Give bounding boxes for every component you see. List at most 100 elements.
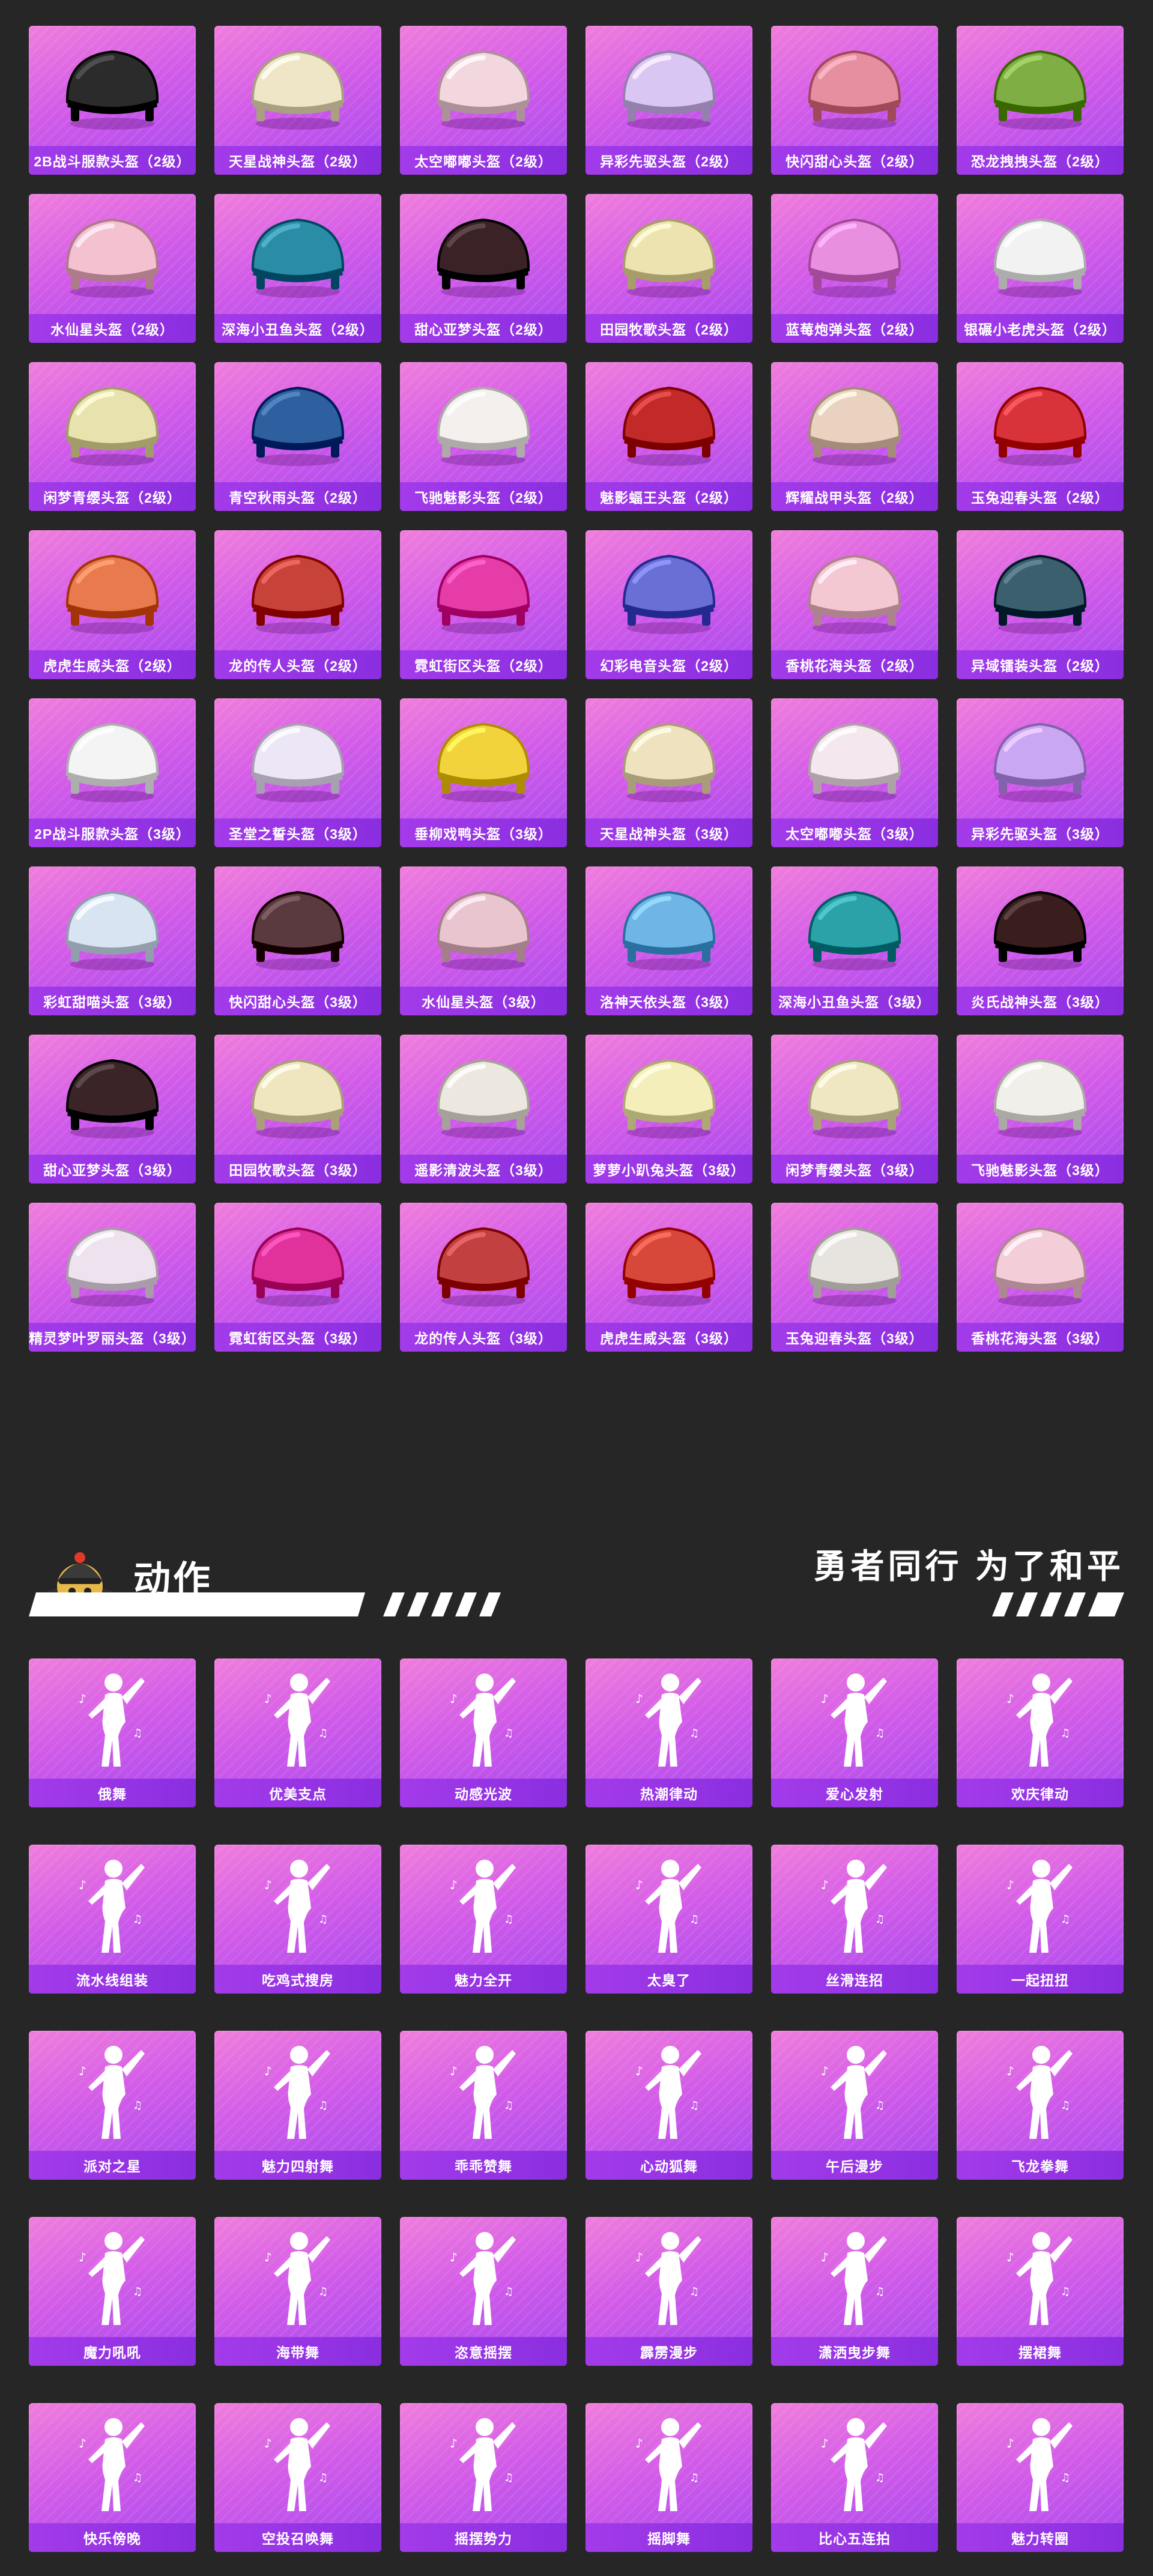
helmet-card[interactable]: 太空嘟嘟头盔（3级） [771,698,938,847]
emote-card[interactable]: ♪ ♫ 摇摆势力 [400,2403,567,2552]
helmet-card[interactable]: 深海小丑鱼头盔（2级） [214,194,381,343]
helmet-card[interactable]: 闲梦青缨头盔（3级） [771,1035,938,1184]
emote-card[interactable]: ♪ ♫ 魅力转圈 [957,2403,1124,2552]
helmet-card[interactable]: 香桃花海头盔（3级） [957,1203,1124,1352]
emote-card[interactable]: ♪ ♫ 魅力全开 [400,1845,567,1994]
svg-text:♫: ♫ [504,1727,513,1740]
helmet-card[interactable]: 深海小丑鱼头盔（3级） [771,866,938,1015]
helmet-card[interactable]: 彩虹甜喵头盔（3级） [29,866,196,1015]
svg-text:♪: ♪ [264,2250,272,2264]
emote-card[interactable]: ♪ ♫ 恣意摇摆 [400,2217,567,2366]
emote-card[interactable]: ♪ ♫ 比心五连拍 [771,2403,938,2552]
emote-card[interactable]: ♪ ♫ 空投召唤舞 [214,2403,381,2552]
emote-card[interactable]: ♪ ♫ 丝滑连招 [771,1845,938,1994]
helmet-card[interactable]: 飞驰魅影头盔（3级） [957,1035,1124,1184]
emote-card[interactable]: ♪ ♫ 吃鸡式搜房 [214,1845,381,1994]
emote-card[interactable]: ♪ ♫ 快乐傍晚 [29,2403,196,2552]
emote-card[interactable]: ♪ ♫ 俄舞 [29,1658,196,1807]
helmet-card[interactable]: 辉耀战甲头盔（2级） [771,362,938,511]
helmet-icon [400,530,567,650]
helmet-card[interactable]: 快闪甜心头盔（2级） [771,26,938,175]
helmet-card[interactable]: 甜心亚梦头盔（3级） [29,1035,196,1184]
emote-card[interactable]: ♪ ♫ 乖乖赞舞 [400,2031,567,2180]
card-label-bar: 摆裙舞 [957,2337,1124,2366]
helmet-card[interactable]: 幻彩电音头盔（2级） [586,530,752,679]
helmet-card[interactable]: 龙的传人头盔（3级） [400,1203,567,1352]
helmet-card[interactable]: 洛神天依头盔（3级） [586,866,752,1015]
helmet-card[interactable]: 玉兔迎春头盔（2级） [957,362,1124,511]
helmet-card[interactable]: 田园牧歌头盔（2级） [586,194,752,343]
helmet-name: 虎虎生威头盔（2级） [43,658,181,674]
helmet-card[interactable]: 霓虹街区头盔（2级） [400,530,567,679]
emote-card[interactable]: ♪ ♫ 热潮律动 [586,1658,752,1807]
emote-card[interactable]: ♪ ♫ 动感光波 [400,1658,567,1807]
helmet-icon [29,194,196,314]
helmet-card[interactable]: 垂柳戏鸭头盔（3级） [400,698,567,847]
emote-card[interactable]: ♪ ♫ 摆裙舞 [957,2217,1124,2366]
helmet-card[interactable]: 天星战神头盔（2级） [214,26,381,175]
emote-card[interactable]: ♪ ♫ 派对之星 [29,2031,196,2180]
card-label-bar: 洛神天依头盔（3级） [586,987,752,1015]
emote-card[interactable]: ♪ ♫ 欢庆律动 [957,1658,1124,1807]
emote-card[interactable]: ♪ ♫ 午后漫步 [771,2031,938,2180]
dancer-silhouette-icon: ♪ ♫ [29,2403,196,2523]
helmet-card[interactable]: 魅影蝠王头盔（2级） [586,362,752,511]
helmet-card[interactable]: 快闪甜心头盔（3级） [214,866,381,1015]
emote-card[interactable]: ♪ ♫ 一起扭扭 [957,1845,1124,1994]
helmet-card[interactable]: 天星战神头盔（3级） [586,698,752,847]
helmet-card[interactable]: 虎虎生威头盔（2级） [29,530,196,679]
helmet-card[interactable]: 圣堂之誓头盔（3级） [214,698,381,847]
emote-card[interactable]: ♪ ♫ 飞龙拳舞 [957,2031,1124,2180]
helmet-card[interactable]: 霓虹街区头盔（3级） [214,1203,381,1352]
emote-card[interactable]: ♪ ♫ 爱心发射 [771,1658,938,1807]
helmet-card[interactable]: 太空嘟嘟头盔（2级） [400,26,567,175]
emote-card[interactable]: ♪ ♫ 潇洒曳步舞 [771,2217,938,2366]
svg-text:♫: ♫ [689,1727,699,1740]
helmet-card[interactable]: 精灵梦叶罗丽头盔（3级） [29,1203,196,1352]
helmet-card[interactable]: 炎氏战神头盔（3级） [957,866,1124,1015]
helmet-card[interactable]: 蓝莓炮弹头盔（2级） [771,194,938,343]
emote-name: 流水线组装 [76,1973,148,1988]
helmet-card[interactable]: 水仙星头盔（2级） [29,194,196,343]
svg-text:♪: ♪ [821,1692,829,1706]
helmet-card[interactable]: 异彩先驱头盔（2级） [586,26,752,175]
helmet-card[interactable]: 萝萝小趴兔头盔（3级） [586,1035,752,1184]
emote-card[interactable]: ♪ ♫ 魅力四射舞 [214,2031,381,2180]
emote-name: 热潮律动 [640,1786,698,1802]
emote-card[interactable]: ♪ ♫ 优美支点 [214,1658,381,1807]
emote-card[interactable]: ♪ ♫ 心动狐舞 [586,2031,752,2180]
emote-section-header: 动作 勇者同行 为了和平 [0,1525,1153,1627]
emote-card[interactable]: ♪ ♫ 魔力吼吼 [29,2217,196,2366]
emote-name: 欢庆律动 [1011,1786,1069,1802]
helmet-card[interactable]: 遥影清波头盔（3级） [400,1035,567,1184]
helmet-card[interactable]: 玉兔迎春头盔（3级） [771,1203,938,1352]
helmet-card[interactable]: 香桃花海头盔（2级） [771,530,938,679]
helmet-icon [400,362,567,482]
card-label-bar: 萝萝小趴兔头盔（3级） [586,1155,752,1184]
emote-card[interactable]: ♪ ♫ 海带舞 [214,2217,381,2366]
helmet-card[interactable]: 银碾小老虎头盔（2级） [957,194,1124,343]
emote-card[interactable]: ♪ ♫ 霹雳漫步 [586,2217,752,2366]
emote-card[interactable]: ♪ ♫ 太臭了 [586,1845,752,1994]
helmet-card[interactable]: 水仙星头盔（3级） [400,866,567,1015]
card-label-bar: 田园牧歌头盔（3级） [214,1155,381,1184]
helmet-card[interactable]: 恐龙拽拽头盔（2级） [957,26,1124,175]
helmet-card[interactable]: 2B战斗服款头盔（2级） [29,26,196,175]
helmet-card[interactable]: 2P战斗服款头盔（3级） [29,698,196,847]
emote-card[interactable]: ♪ ♫ 流水线组装 [29,1845,196,1994]
helmet-card[interactable]: 异域镭装头盔（2级） [957,530,1124,679]
helmet-card[interactable]: 田园牧歌头盔（3级） [214,1035,381,1184]
helmet-card[interactable]: 龙的传人头盔（2级） [214,530,381,679]
helmet-name: 太空嘟嘟头盔（3级） [785,826,924,842]
helmet-card[interactable]: 甜心亚梦头盔（2级） [400,194,567,343]
helmet-card[interactable]: 青空秋雨头盔（2级） [214,362,381,511]
helmet-name: 炎氏战神头盔（3级） [971,994,1109,1010]
emote-card[interactable]: ♪ ♫ 摇脚舞 [586,2403,752,2552]
helmet-name: 圣堂之誓头盔（3级） [229,826,367,842]
helmet-icon [586,530,752,650]
helmet-card[interactable]: 闲梦青缨头盔（2级） [29,362,196,511]
helmet-card[interactable]: 异彩先驱头盔（3级） [957,698,1124,847]
helmet-card[interactable]: 虎虎生威头盔（3级） [586,1203,752,1352]
emote-name: 魅力转圈 [1011,2531,1069,2547]
helmet-card[interactable]: 飞驰魅影头盔（2级） [400,362,567,511]
